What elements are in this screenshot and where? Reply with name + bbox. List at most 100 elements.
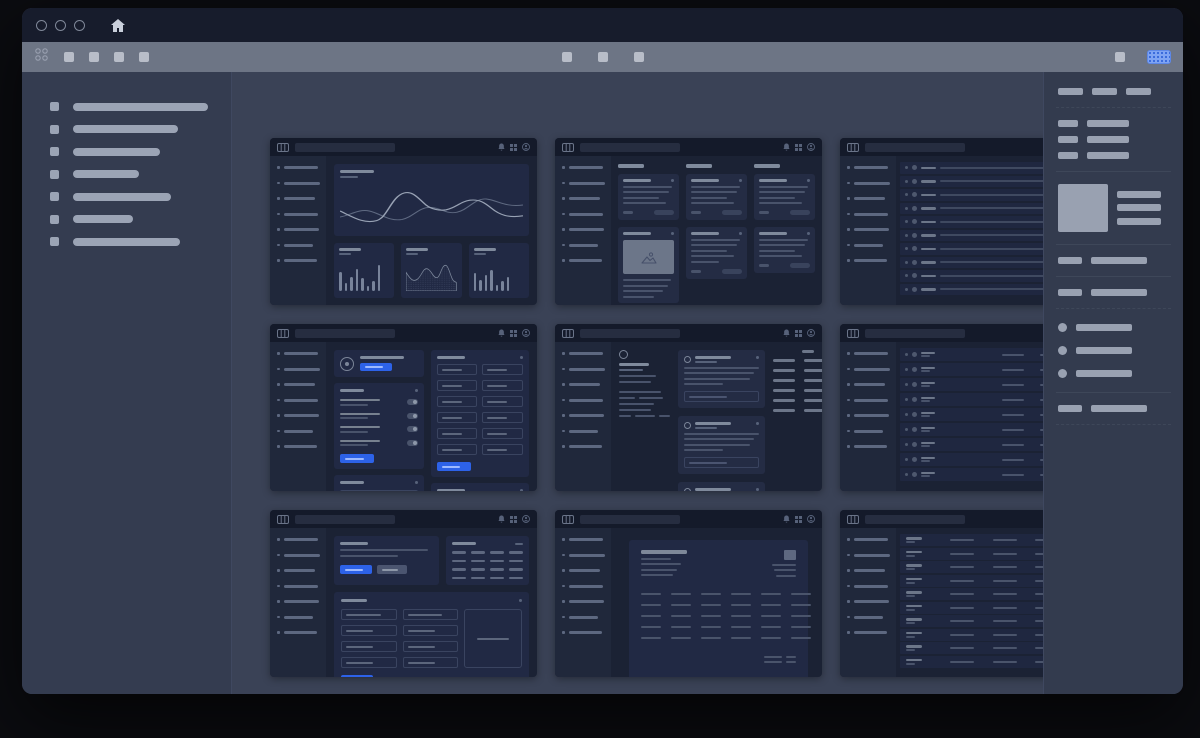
input-placeholder[interactable] <box>403 609 459 620</box>
input-placeholder[interactable] <box>482 412 523 423</box>
sidebar-nav-item[interactable] <box>50 192 231 201</box>
window-minimize-button[interactable] <box>55 20 66 31</box>
dashboard-thumbnail-user-table[interactable] <box>840 324 1043 491</box>
input-placeholder[interactable] <box>437 444 478 455</box>
table-row[interactable] <box>900 642 1043 654</box>
inspector-tab[interactable] <box>1126 88 1151 95</box>
toolbar-view-button[interactable] <box>634 52 644 62</box>
sidebar-nav-item[interactable] <box>50 102 231 111</box>
input-placeholder[interactable] <box>437 364 478 375</box>
kanban-card[interactable] <box>686 174 747 220</box>
table-row[interactable] <box>900 588 1043 600</box>
list-row[interactable] <box>900 270 1043 282</box>
list-row[interactable] <box>900 243 1043 255</box>
input-placeholder[interactable] <box>482 428 523 439</box>
toolbar-button[interactable] <box>139 52 149 62</box>
dashboard-thumbnail-analytics[interactable] <box>270 138 537 305</box>
user-avatar-chip[interactable] <box>1147 50 1171 64</box>
input-placeholder[interactable] <box>482 364 523 375</box>
upload-dropzone[interactable] <box>464 609 522 668</box>
table-row[interactable] <box>900 468 1043 481</box>
list-row[interactable] <box>900 257 1043 269</box>
dashboard-thumbnail-kanban[interactable] <box>555 138 822 305</box>
option-row[interactable] <box>1058 369 1169 378</box>
toggle-switch[interactable] <box>407 440 418 446</box>
inspector-tab[interactable] <box>1092 88 1117 95</box>
window-maximize-button[interactable] <box>74 20 85 31</box>
sidebar-nav-item[interactable] <box>50 170 231 179</box>
home-icon[interactable] <box>111 19 125 32</box>
list-row[interactable] <box>900 203 1043 215</box>
toggle-switch[interactable] <box>407 399 418 405</box>
input-placeholder[interactable] <box>341 625 397 636</box>
input-placeholder[interactable] <box>482 396 523 407</box>
feed-post[interactable] <box>678 350 766 408</box>
kanban-card[interactable] <box>686 227 747 279</box>
dashboard-thumbnail-data-table[interactable] <box>840 510 1043 677</box>
dashboard-thumbnail-invoice[interactable] <box>555 510 822 677</box>
toggle-switch[interactable] <box>407 413 418 419</box>
feed-post[interactable] <box>678 482 766 491</box>
sidebar-nav-item[interactable] <box>50 147 231 156</box>
toolbar-button[interactable] <box>114 52 124 62</box>
input-placeholder[interactable] <box>341 657 397 668</box>
input-placeholder[interactable] <box>437 380 478 391</box>
input-placeholder[interactable] <box>341 641 397 652</box>
table-row[interactable] <box>900 408 1043 421</box>
dashboard-thumbnail-form-page[interactable] <box>270 510 537 677</box>
list-row[interactable] <box>900 216 1043 228</box>
table-row[interactable] <box>900 393 1043 406</box>
feed-post[interactable] <box>678 416 766 474</box>
list-row[interactable] <box>900 162 1043 174</box>
input-placeholder[interactable] <box>437 428 478 439</box>
input-placeholder[interactable] <box>482 380 523 391</box>
input-placeholder[interactable] <box>403 625 459 636</box>
input-placeholder[interactable] <box>403 641 459 652</box>
input-placeholder[interactable] <box>340 490 418 491</box>
sidebar-nav-item[interactable] <box>50 237 231 246</box>
table-row[interactable] <box>900 423 1043 436</box>
input-placeholder[interactable] <box>403 657 459 668</box>
input-placeholder[interactable] <box>437 412 478 423</box>
input-placeholder[interactable] <box>482 444 523 455</box>
window-close-button[interactable] <box>36 20 47 31</box>
table-row[interactable] <box>900 548 1043 560</box>
table-row[interactable] <box>900 575 1043 587</box>
table-row[interactable] <box>900 453 1043 466</box>
kanban-card[interactable] <box>618 227 679 303</box>
sidebar-nav-item[interactable] <box>50 125 231 134</box>
table-row[interactable] <box>900 348 1043 361</box>
table-row[interactable] <box>900 602 1043 614</box>
toolbar-button[interactable] <box>89 52 99 62</box>
kanban-card[interactable] <box>618 174 679 220</box>
table-row[interactable] <box>900 615 1043 627</box>
table-row[interactable] <box>900 363 1043 376</box>
toolbar-view-button[interactable] <box>562 52 572 62</box>
table-row[interactable] <box>900 561 1043 573</box>
inspector-tab[interactable] <box>1058 88 1083 95</box>
table-row[interactable] <box>900 629 1043 641</box>
list-row[interactable] <box>900 189 1043 201</box>
list-row[interactable] <box>900 176 1043 188</box>
toggle-switch[interactable] <box>407 426 418 432</box>
list-row[interactable] <box>900 284 1043 296</box>
input-placeholder[interactable] <box>341 609 397 620</box>
dashboard-thumbnail-settings[interactable] <box>270 324 537 491</box>
toolbar-settings-button[interactable] <box>1115 52 1125 62</box>
table-row[interactable] <box>900 378 1043 391</box>
table-row[interactable] <box>900 534 1043 546</box>
dashboard-thumbnail-user-list[interactable] <box>840 138 1043 305</box>
input-placeholder[interactable] <box>437 396 478 407</box>
option-row[interactable] <box>1058 346 1169 355</box>
thumbnail-preview-square[interactable] <box>1058 184 1108 232</box>
list-row[interactable] <box>900 230 1043 242</box>
comment-input-placeholder[interactable] <box>684 391 760 402</box>
table-row[interactable] <box>900 438 1043 451</box>
dashboard-thumbnail-social-feed[interactable] <box>555 324 822 491</box>
toolbar-view-button[interactable] <box>598 52 608 62</box>
kanban-card[interactable] <box>754 174 815 220</box>
table-row[interactable] <box>900 656 1043 668</box>
comment-input-placeholder[interactable] <box>684 457 760 468</box>
sidebar-nav-item[interactable] <box>50 215 231 224</box>
kanban-card[interactable] <box>754 227 815 273</box>
